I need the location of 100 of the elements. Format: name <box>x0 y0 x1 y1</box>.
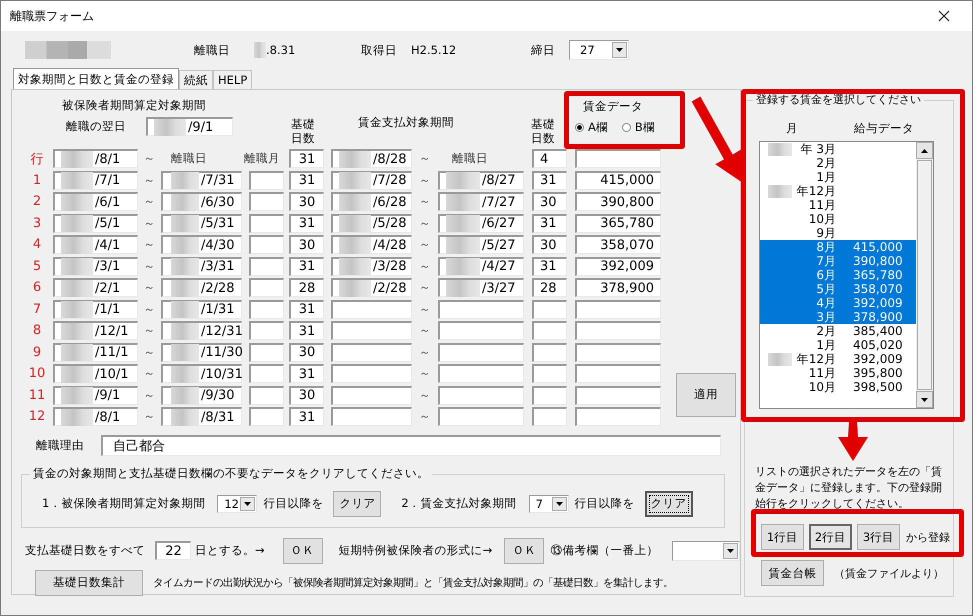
list-item[interactable]: 年12月 <box>760 184 916 198</box>
list-item[interactable]: 4月 392,009 <box>760 296 916 310</box>
date-field[interactable]: /8/27 <box>438 170 524 190</box>
days-field[interactable]: 30 <box>289 235 324 254</box>
input-field[interactable] <box>438 407 524 426</box>
input-field[interactable] <box>575 386 661 405</box>
input-field[interactable] <box>249 170 284 190</box>
input-field[interactable] <box>249 386 284 405</box>
date-field[interactable]: /5/27 <box>438 235 524 254</box>
scrollbar[interactable] <box>916 142 933 408</box>
days-field[interactable]: 31 <box>532 256 567 276</box>
date-field[interactable]: /11/1 <box>53 342 138 362</box>
ledger-button[interactable]: 賃金台帳 <box>761 560 824 586</box>
list-item[interactable]: 6月 365,780 <box>760 268 916 282</box>
date-field[interactable]: /10/31 <box>161 364 242 384</box>
row-dropdown[interactable]: 7 <box>528 494 569 512</box>
date-field[interactable]: /6/28 <box>331 192 412 212</box>
input-field[interactable] <box>575 149 661 168</box>
days-field[interactable]: 31 <box>289 321 324 340</box>
date-field[interactable]: /5/1 <box>53 214 138 233</box>
wage-listbox[interactable]: 年 3月 2月 1月 年12月 11月 10月 9月 8月 415,000 7月 390,800 6月 365,780 5月 358,070 4月 392,009 3月 378,900 2月 385,400 1月 405,020 年12月 392,009 11月 395,800 10月 398,500 <box>759 141 934 409</box>
remarks-dropdown[interactable] <box>672 540 740 560</box>
days-field[interactable]: 31 <box>289 256 324 276</box>
list-item[interactable]: 8月 415,000 <box>760 240 916 254</box>
list-item[interactable]: 10月 398,500 <box>760 380 916 394</box>
input-field[interactable] <box>331 386 412 405</box>
days-field[interactable]: 30 <box>532 235 567 254</box>
reason-field[interactable]: 自己都合 <box>101 434 721 456</box>
date-field[interactable]: /4/30 <box>161 235 242 254</box>
days-field[interactable]: 31 <box>289 149 324 168</box>
input-field[interactable] <box>331 407 412 426</box>
list-item[interactable]: 2月 <box>760 156 916 170</box>
days-field[interactable]: 30 <box>289 192 324 212</box>
start-row-button[interactable]: 1行目 <box>761 524 804 550</box>
date-field[interactable]: /3/1 <box>53 256 138 276</box>
scroll-down-button[interactable] <box>916 391 933 408</box>
date-field[interactable]: /11/30 <box>161 342 242 362</box>
wage-field[interactable]: 365,780 <box>575 214 661 233</box>
input-field[interactable] <box>249 278 284 298</box>
start-row-button[interactable]: 3行目 <box>857 524 900 550</box>
input-field[interactable] <box>532 407 567 426</box>
tab[interactable]: HELP <box>213 70 252 89</box>
date-field[interactable]: /2/28 <box>161 278 242 298</box>
input-field[interactable] <box>532 300 567 319</box>
input-field[interactable] <box>532 342 567 362</box>
date-field[interactable]: /3/27 <box>438 278 524 298</box>
clear-button[interactable]: クリア <box>333 490 382 516</box>
days-field[interactable]: 30 <box>289 342 324 362</box>
wage-field[interactable]: 358,070 <box>575 235 661 254</box>
input-field[interactable] <box>331 364 412 384</box>
tab[interactable]: 対象期間と日数と賃金の登録 <box>13 68 179 89</box>
tab[interactable]: 続紙 <box>179 70 213 89</box>
input-field[interactable] <box>249 300 284 319</box>
start-row-button[interactable]: 2行目 <box>809 524 852 550</box>
input-field[interactable] <box>249 364 284 384</box>
list-item[interactable]: 2月 385,400 <box>760 324 916 338</box>
input-field[interactable] <box>331 300 412 319</box>
date-field[interactable]: /10/1 <box>53 364 138 384</box>
input-field[interactable] <box>249 192 284 212</box>
list-item[interactable]: 5月 358,070 <box>760 282 916 296</box>
date-field[interactable]: /7/31 <box>161 170 242 190</box>
days-field[interactable]: 31 <box>289 170 324 190</box>
date-field[interactable]: /5/28 <box>331 214 412 233</box>
apply-button[interactable]: 適用 <box>676 372 736 416</box>
list-item[interactable]: 11月 395,800 <box>760 366 916 380</box>
date-field[interactable]: /9/1 <box>53 386 138 405</box>
date-field[interactable]: /9/1 <box>146 117 233 136</box>
date-field[interactable]: /1/1 <box>53 300 138 319</box>
list-item[interactable]: 1月 405,020 <box>760 338 916 352</box>
list-item[interactable]: 1月 <box>760 170 916 184</box>
days-field[interactable]: 30 <box>289 386 324 405</box>
days-field[interactable]: 31 <box>289 364 324 384</box>
days-field[interactable]: 28 <box>532 278 567 298</box>
list-item[interactable]: 7月 390,800 <box>760 254 916 268</box>
ok-button[interactable]: ＯＫ <box>282 538 323 564</box>
input-field[interactable] <box>575 364 661 384</box>
scroll-up-button[interactable] <box>916 142 933 159</box>
input-field[interactable] <box>249 256 284 276</box>
input-field[interactable] <box>532 321 567 340</box>
input-field[interactable] <box>331 321 412 340</box>
days-field[interactable]: 31 <box>532 170 567 190</box>
list-item[interactable]: 年 3月 <box>760 142 916 156</box>
date-field[interactable]: /7/27 <box>438 192 524 212</box>
date-field[interactable]: /7/1 <box>53 170 138 190</box>
input-field[interactable] <box>438 364 524 384</box>
radio-button[interactable] <box>575 123 584 132</box>
wage-field[interactable]: 390,800 <box>575 192 661 212</box>
input-field[interactable] <box>438 300 524 319</box>
date-field[interactable]: /12/31 <box>161 321 242 340</box>
days-field[interactable]: 22 <box>155 541 191 560</box>
wage-field[interactable]: 378,900 <box>575 278 661 298</box>
input-field[interactable] <box>575 407 661 426</box>
date-field[interactable]: /4/27 <box>438 256 524 276</box>
input-field[interactable] <box>532 386 567 405</box>
date-field[interactable]: /8/31 <box>161 407 242 426</box>
date-field[interactable]: /2/28 <box>331 278 412 298</box>
scroll-thumb[interactable] <box>917 160 932 390</box>
date-field[interactable]: /3/28 <box>331 256 412 276</box>
input-field[interactable] <box>249 321 284 340</box>
days-field[interactable]: 4 <box>532 149 567 168</box>
